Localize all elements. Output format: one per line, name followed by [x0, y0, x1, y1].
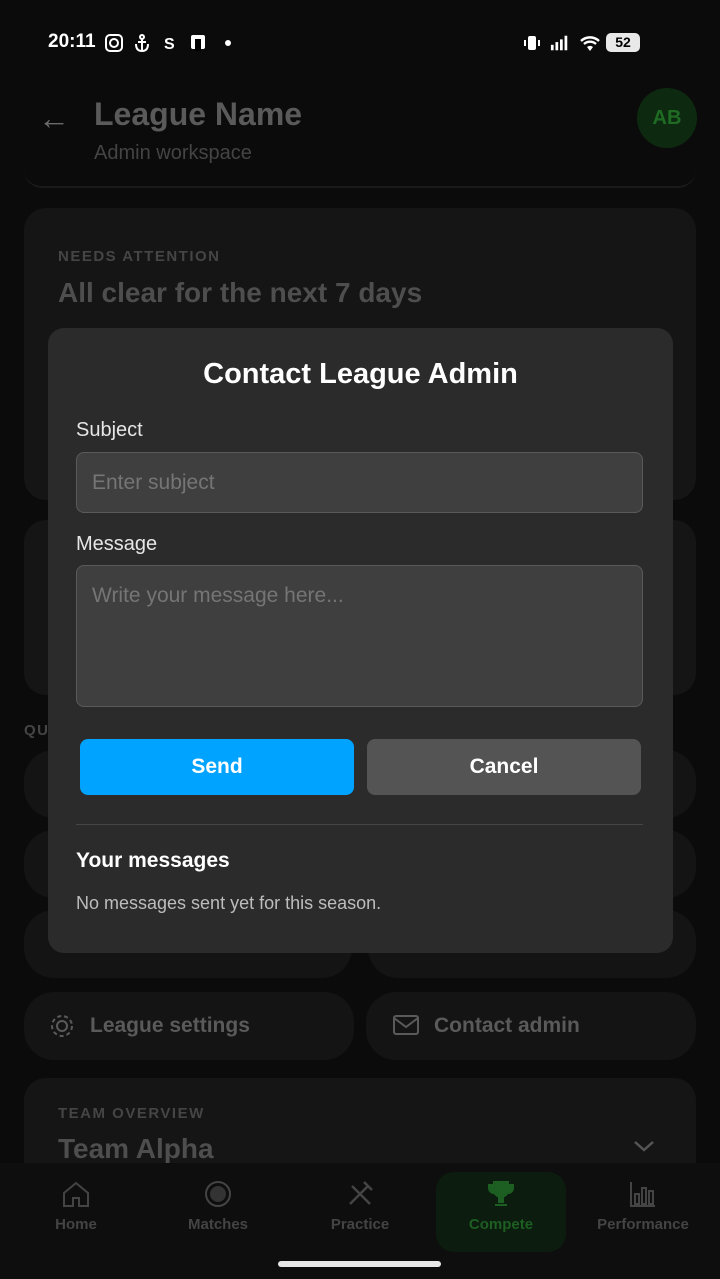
chevron-down-icon[interactable]	[632, 1138, 656, 1154]
back-arrow-icon[interactable]: ←	[38, 100, 70, 137]
nav-practice[interactable]: Practice	[290, 1178, 430, 1233]
gesture-home-bar[interactable]	[278, 1261, 441, 1267]
cast-icon	[191, 35, 205, 51]
gear-icon	[51, 1015, 73, 1037]
signal-icon	[550, 35, 568, 51]
tools-icon	[349, 1181, 373, 1205]
status-bar: 20:11 S 52	[0, 0, 720, 86]
subject-label: Subject	[76, 419, 143, 441]
nav-home[interactable]: Home	[6, 1178, 146, 1233]
nav-home-label: Home	[55, 1216, 97, 1233]
team-name: Team Alpha	[58, 1133, 214, 1164]
dialog-title: Contact League Admin	[203, 358, 518, 390]
home-icon	[63, 1181, 89, 1207]
nav-performance[interactable]: Performance	[573, 1178, 713, 1233]
nav-practice-label: Practice	[330, 1216, 390, 1233]
svg-text:S: S	[164, 36, 175, 53]
messages-empty-text: No messages sent yet for this season.	[76, 893, 382, 913]
mail-icon	[393, 1015, 419, 1035]
nav-compete[interactable]: Compete	[431, 1178, 571, 1233]
send-button[interactable]: Send	[80, 739, 354, 795]
attention-text: All clear for the next 7 days	[58, 277, 423, 308]
dot-icon	[225, 40, 231, 46]
team-overview-label: TEAM OVERVIEW	[58, 1105, 205, 1122]
page-title: League Name	[94, 96, 303, 132]
quick-actions-label: QU	[24, 722, 50, 739]
nav-compete-label: Compete	[468, 1216, 534, 1233]
cancel-button[interactable]: Cancel	[367, 739, 641, 795]
nav-matches[interactable]: Matches	[148, 1178, 288, 1233]
message-textarea[interactable]	[76, 565, 643, 707]
wifi-icon	[580, 36, 600, 51]
nav-performance-label: Performance	[597, 1216, 689, 1233]
message-label: Message	[76, 533, 158, 555]
attention-label: NEEDS ATTENTION	[58, 248, 221, 265]
subject-input[interactable]	[76, 452, 643, 513]
instagram-icon	[105, 34, 123, 52]
dialog-divider	[76, 824, 643, 825]
page-subtitle: Admin workspace	[94, 142, 252, 164]
status-time: 20:11	[48, 31, 96, 52]
nav-matches-label: Matches	[187, 1216, 249, 1233]
trophy-icon	[488, 1181, 514, 1206]
battery-indicator: 52	[606, 33, 640, 52]
avatar[interactable]: AB	[637, 88, 697, 148]
header-card-edge	[24, 170, 696, 188]
s-app-icon: S	[164, 36, 175, 53]
contact-admin-label: Contact admin	[434, 1014, 580, 1037]
vibrate-icon	[524, 36, 540, 50]
bar-chart-icon	[630, 1182, 655, 1207]
anchor-icon	[135, 34, 149, 53]
league-settings-label: League settings	[90, 1014, 250, 1037]
messages-heading: Your messages	[76, 849, 230, 872]
ball-icon	[205, 1181, 231, 1207]
